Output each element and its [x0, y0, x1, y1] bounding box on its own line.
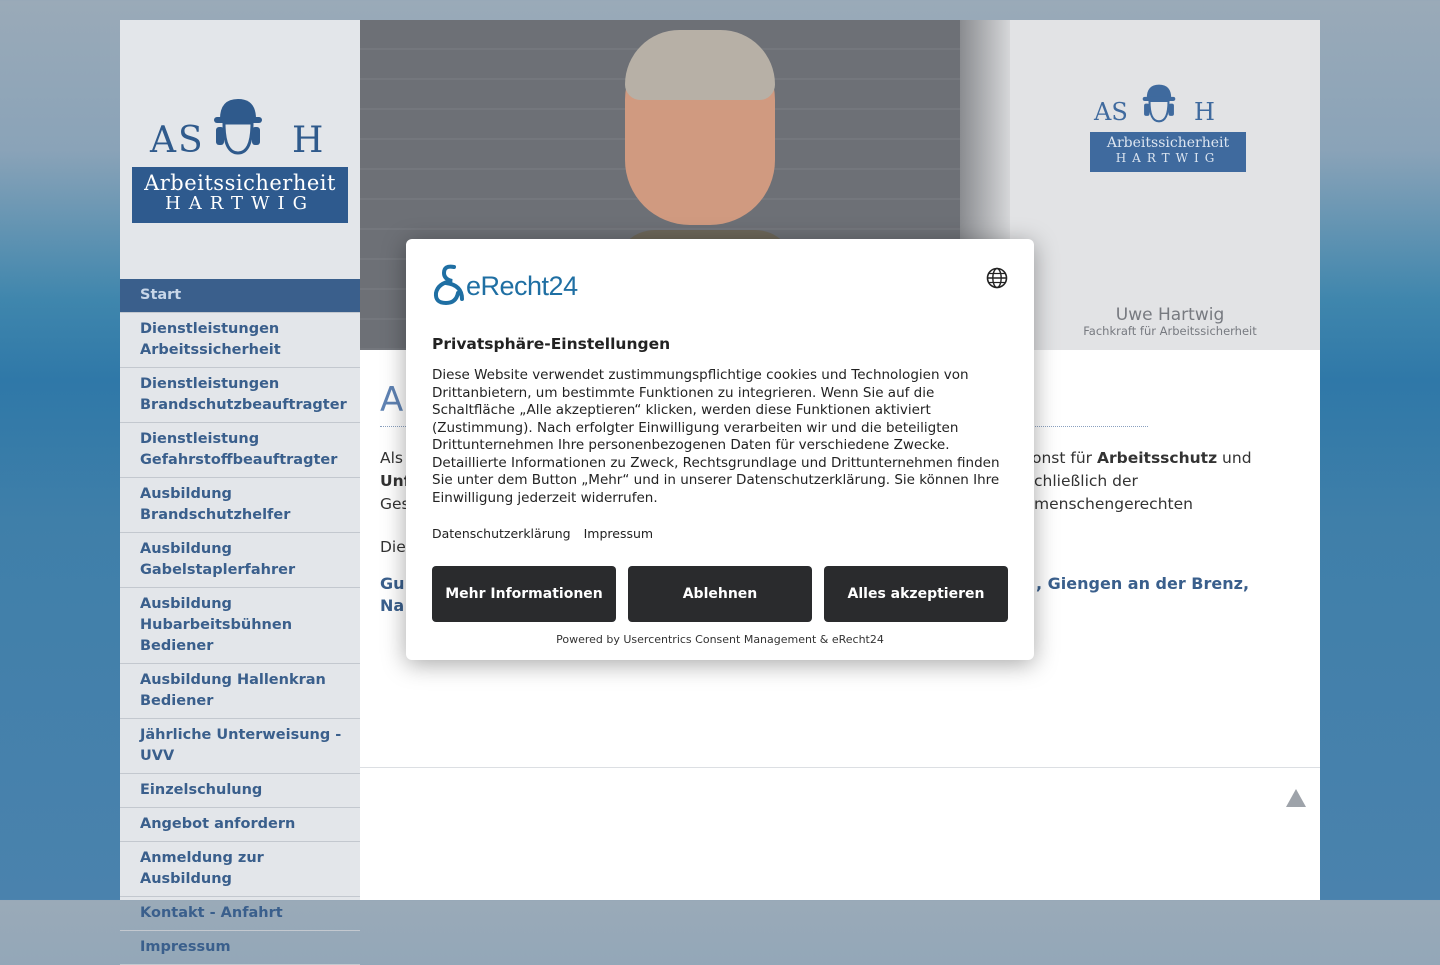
powered-by-text: Powered by Usercentrics Consent Manageme… [556, 633, 884, 646]
privacy-policy-link[interactable]: Datenschutzerklärung [432, 526, 571, 541]
consent-dialog: eRecht24 Privatsphäre-Einstellungen Dies… [406, 239, 1034, 660]
erecht24-mark-icon [433, 264, 464, 305]
consent-title: Privatsphäre-Einstellungen [432, 335, 671, 353]
language-globe-icon[interactable] [986, 267, 1008, 289]
nav-item-kontakt[interactable]: Kontakt - Anfahrt [120, 897, 360, 931]
more-info-button[interactable]: Mehr Informationen [432, 566, 616, 622]
consent-description: Diese Website verwendet zustimmungspflic… [432, 367, 1000, 506]
consent-links: Datenschutzerklärung Impressum [432, 526, 662, 541]
consent-overlay: eRecht24 Privatsphäre-Einstellungen Dies… [0, 0, 1440, 900]
deny-button[interactable]: Ablehnen [628, 566, 812, 622]
accept-all-button[interactable]: Alles akzeptieren [824, 566, 1008, 622]
nav-item-impressum[interactable]: Impressum [120, 931, 360, 965]
erecht24-logo-text: eRecht24 [466, 271, 578, 301]
imprint-link[interactable]: Impressum [584, 526, 653, 541]
